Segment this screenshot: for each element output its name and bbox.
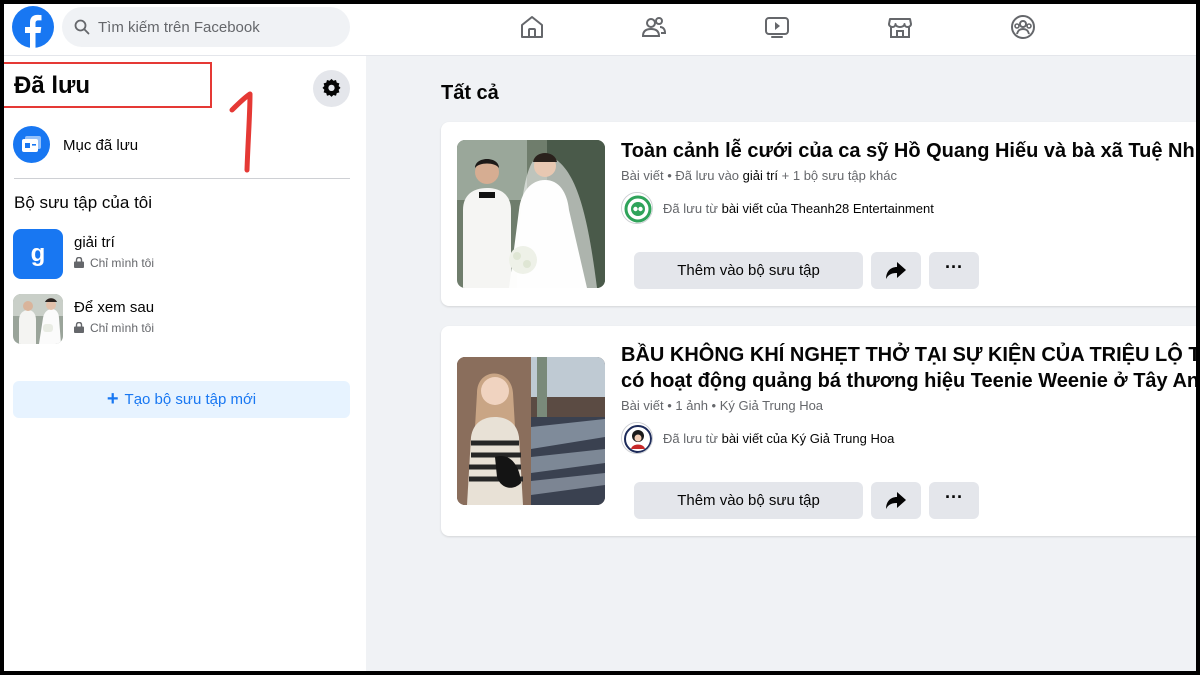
post-title[interactable]: Toàn cảnh lễ cưới của ca sỹ Hồ Quang Hiế… <box>621 138 1196 164</box>
settings-button[interactable] <box>313 70 350 107</box>
collection-thumbnail-photo <box>13 294 63 344</box>
saved-items-icon <box>13 126 50 163</box>
facebook-logo-icon[interactable] <box>12 6 54 48</box>
source-avatar[interactable] <box>621 192 653 224</box>
more-options-button[interactable]: ··· <box>929 252 979 289</box>
post-collection-link[interactable]: giải trí <box>743 168 778 183</box>
post-meta-prefix: Bài viết • Đã lưu vào <box>621 168 743 183</box>
collection-privacy-label: Chỉ mình tôi <box>90 321 155 335</box>
collection-name: Để xem sau <box>74 299 155 316</box>
saved-post-card[interactable]: Toàn cảnh lễ cưới của ca sỹ Hồ Quang Hiế… <box>441 122 1196 306</box>
source-link[interactable]: bài viết của Theanh28 Entertainment <box>722 201 934 216</box>
saved-items-link[interactable]: Mục đã lưu <box>12 122 350 166</box>
share-icon <box>886 492 906 509</box>
source-link[interactable]: bài viết của Ký Giả Trung Hoa <box>722 431 895 446</box>
source-text: Đã lưu từ bài viết của Theanh28 Entertai… <box>663 201 934 216</box>
saved-sidebar: Đã lưu 1 Mục đã lưu Bộ sưu tập của tôi g… <box>4 56 366 671</box>
add-to-collection-button[interactable]: Thêm vào bộ sưu tập <box>634 252 863 289</box>
post-title-line: BẦU KHÔNG KHÍ NGHẸT THỞ TẠI SỰ KIỆN CỦA … <box>621 344 1196 366</box>
svg-text:1: 1 <box>226 90 227 91</box>
top-navigation-bar: Tìm kiếm trên Facebook <box>4 4 1196 56</box>
gear-icon <box>322 78 341 97</box>
more-options-button[interactable]: ··· <box>929 482 979 519</box>
page-title: Đã lưu <box>14 72 91 99</box>
post-meta: Bài viết • Đã lưu vào giải trí + 1 bộ sư… <box>621 168 897 183</box>
collection-privacy-label: Chỉ mình tôi <box>90 256 155 270</box>
app-frame: Tìm kiếm trên Facebook Đã lưu 1 Mục đã l… <box>4 4 1196 671</box>
source-avatar[interactable] <box>621 422 653 454</box>
collection-item-giai-tri[interactable]: g giải trí Chỉ mình tôi <box>12 228 350 280</box>
home-icon[interactable] <box>518 13 546 41</box>
post-thumbnail[interactable] <box>457 140 605 288</box>
share-button[interactable] <box>871 482 921 519</box>
source-prefix: Đã lưu từ <box>663 201 722 216</box>
lock-icon <box>74 257 84 268</box>
watch-icon[interactable] <box>763 13 791 41</box>
saved-post-card[interactable]: BẦU KHÔNG KHÍ NGHẸT THỞ TẠI SỰ KIỆN CỦA … <box>441 326 1196 536</box>
marketplace-icon[interactable] <box>886 13 914 41</box>
lock-icon <box>74 322 84 333</box>
post-thumbnail[interactable] <box>457 357 605 505</box>
collection-name: giải trí <box>74 234 115 251</box>
friends-icon[interactable] <box>640 13 668 41</box>
add-to-collection-button[interactable]: Thêm vào bộ sưu tập <box>634 482 863 519</box>
search-input[interactable]: Tìm kiếm trên Facebook <box>98 19 260 36</box>
share-button[interactable] <box>871 252 921 289</box>
post-meta-suffix: + 1 bộ sưu tập khác <box>778 168 897 183</box>
section-title: Tất cả <box>441 82 499 104</box>
groups-icon[interactable] <box>1009 13 1037 41</box>
collection-thumbnail: g <box>13 229 63 279</box>
collections-heading: Bộ sưu tập của tôi <box>14 193 153 212</box>
post-title-line: có hoạt động quảng bá thương hiệu Teenie… <box>621 370 1196 392</box>
collection-item-de-xem-sau[interactable]: Để xem sau Chỉ mình tôi <box>12 293 350 345</box>
plus-icon: + <box>106 388 119 410</box>
source-text: Đã lưu từ bài viết của Ký Giả Trung Hoa <box>663 431 894 446</box>
create-collection-label: Tạo bộ sưu tập mới <box>124 391 257 408</box>
saved-main-content: Tất cả Toàn cảnh lễ cưới của ca sỹ Hồ Qu… <box>366 56 1196 671</box>
collection-privacy: Chỉ mình tôi <box>74 321 154 335</box>
divider <box>14 178 350 179</box>
post-meta: Bài viết • 1 ảnh • Ký Giả Trung Hoa <box>621 398 824 413</box>
search-icon <box>74 19 90 35</box>
post-title[interactable]: BẦU KHÔNG KHÍ NGHẸT THỞ TẠI SỰ KIỆN CỦA … <box>621 342 1196 394</box>
search-bar[interactable]: Tìm kiếm trên Facebook <box>62 7 350 47</box>
collection-privacy: Chỉ mình tôi <box>74 256 154 270</box>
share-icon <box>886 262 906 279</box>
create-collection-button[interactable]: + Tạo bộ sưu tập mới <box>13 381 350 418</box>
saved-items-label: Mục đã lưu <box>63 137 139 154</box>
source-prefix: Đã lưu từ <box>663 431 722 446</box>
